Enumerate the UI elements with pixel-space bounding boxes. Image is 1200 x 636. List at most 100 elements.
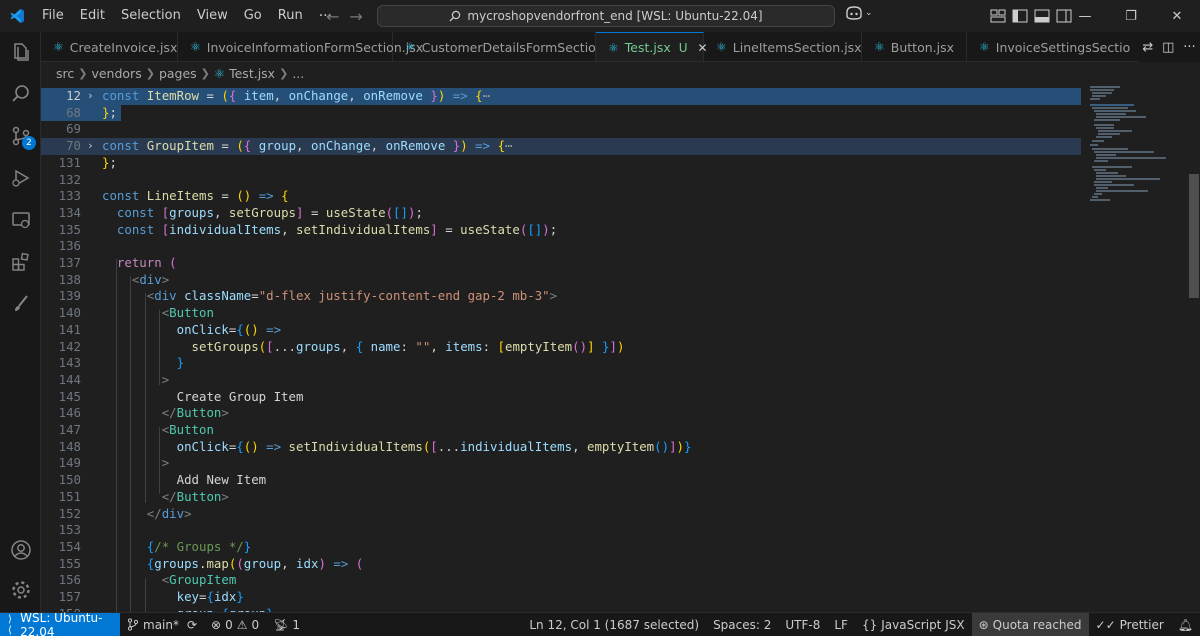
forward-arrow-icon[interactable]: → (349, 7, 362, 26)
prettier-label: Prettier (1119, 617, 1164, 632)
scrollbar-thumb[interactable] (1189, 174, 1199, 298)
code-line: 157 key={idx} (58, 589, 244, 604)
more-actions-icon[interactable]: ··· (1183, 40, 1195, 55)
menu-selection[interactable]: Selection (113, 0, 189, 32)
status-bar-right: Ln 12, Col 1 (1687 selected) Spaces: 2 U… (522, 613, 1200, 636)
tab-label: Test.jsx (624, 40, 671, 55)
breadcrumb-pages[interactable]: pages (159, 66, 197, 81)
remote-indicator[interactable]: ⟩⟨ WSL: Ubuntu-22.04 (0, 611, 120, 636)
problems-indicator[interactable]: ⊗ 0 ⚠ 0 (204, 613, 266, 636)
react-file-icon: ⚛ (979, 40, 990, 54)
menu-view[interactable]: View (189, 0, 236, 32)
branch-indicator[interactable]: main* ⟳ (120, 613, 204, 636)
minimize-icon: — (1078, 8, 1092, 24)
extensions-icon[interactable] (0, 242, 41, 282)
menu-go[interactable]: Go (236, 0, 270, 32)
copilot-icon (846, 6, 862, 20)
code-line: 153 (58, 522, 81, 538)
code-line: 68}; (41, 104, 121, 122)
remote-icon: ⟩⟨ (8, 613, 12, 636)
chevron-right-icon: ❯ (145, 66, 155, 80)
tab-customerdetailsformsection[interactable]: ⚛ CustomerDetailsFormSection.jsx (393, 32, 625, 61)
menu-file[interactable]: File (34, 0, 72, 32)
code-line: 135 const [individualItems, setIndividua… (58, 221, 558, 237)
react-file-icon: ⚛ (190, 40, 201, 54)
activity-bar: 2 (0, 32, 41, 612)
brush-icon[interactable] (0, 284, 41, 324)
breadcrumb-file[interactable]: Test.jsx (229, 66, 275, 81)
explorer-icon[interactable] (0, 32, 41, 72)
tab-invoiceinformationformsection[interactable]: ⚛ InvoiceInformationFormSection.jsx (178, 32, 423, 61)
tab-label: InvoiceSettingsSectio (995, 39, 1131, 55)
minimap[interactable] (1084, 84, 1184, 612)
run-debug-icon[interactable] (0, 158, 41, 198)
tab-actions: ⇄ ◫ ··· (1138, 32, 1200, 62)
compare-changes-icon[interactable]: ⇄ (1142, 40, 1153, 55)
tab-test-active[interactable]: ⚛ Test.jsx U ✕ (596, 32, 708, 61)
restore-icon: ❐ (1125, 8, 1137, 24)
language-mode[interactable]: {} JavaScript JSX (855, 613, 972, 636)
breadcrumb-symbol[interactable]: ... (292, 66, 304, 81)
close-button[interactable]: ✕ (1154, 0, 1200, 32)
code-line: 147 <Button (58, 422, 214, 437)
title-bar: File Edit Selection View Go Run ··· ← → … (0, 0, 1200, 32)
code-line: 69 (66, 121, 81, 137)
command-center[interactable]: mycroshopvendorfront_end [WSL: Ubuntu-22… (377, 5, 835, 27)
ports-icon: 📡︎ (273, 617, 289, 632)
source-control-icon[interactable]: 2 (0, 116, 41, 156)
window-controls: — ❐ ✕ (1062, 0, 1200, 32)
toggle-sidebar-icon[interactable] (1012, 9, 1028, 23)
copilot-menu[interactable]: ⌄ (845, 6, 873, 20)
tab-button[interactable]: ⚛ Button.jsx (862, 32, 967, 61)
code-editor[interactable]: 12 › const ItemRow = ({ item, onChange, on… (41, 84, 1200, 612)
tab-invoicesettingssection[interactable]: ⚛ InvoiceSettingsSectio (967, 32, 1137, 61)
branch-name: main* (143, 617, 179, 632)
prettier-status[interactable]: ✓✓ Prettier (1089, 613, 1171, 636)
search-activity-icon[interactable] (0, 74, 41, 114)
code-line: 134 const [groups, setGroups] = useState… (58, 204, 423, 220)
menu-edit[interactable]: Edit (72, 0, 113, 32)
code-line: 136 (58, 238, 81, 254)
search-icon (449, 10, 461, 22)
error-count: 0 (225, 617, 233, 632)
remote-explorer-icon[interactable] (0, 200, 41, 240)
customize-layout-icon[interactable] (990, 9, 1006, 23)
navigation-arrows: ← → (326, 0, 363, 32)
breadcrumb: src ❯ vendors ❯ pages ❯ ⚛ Test.jsx ❯ ... (41, 62, 304, 84)
ports-indicator[interactable]: 📡︎ 1 (266, 613, 307, 636)
tab-createinvoice[interactable]: ⚛ CreateInvoice.jsx (41, 32, 178, 61)
error-icon: ⊗ (211, 617, 222, 632)
react-file-icon: ⚛ (608, 40, 619, 55)
code-line: 149 > (58, 455, 170, 471)
restore-button[interactable]: ❐ (1108, 0, 1154, 32)
indentation[interactable]: Spaces: 2 (706, 613, 778, 636)
vertical-scrollbar[interactable] (1187, 84, 1199, 612)
menu-run[interactable]: Run (270, 0, 311, 32)
tab-label: Button.jsx (890, 39, 954, 55)
breadcrumb-vendors[interactable]: vendors (91, 66, 141, 81)
close-icon: ✕ (1171, 8, 1183, 24)
untracked-indicator: U (678, 40, 688, 55)
code-line: 154 {/* Groups */} (58, 538, 252, 554)
split-editor-icon[interactable]: ◫ (1162, 40, 1174, 55)
tab-lineitemssection[interactable]: ⚛ LineItemsSection.jsx (704, 32, 862, 61)
end-of-line[interactable]: LF (827, 613, 855, 636)
sync-icon[interactable]: ⟳ (187, 618, 197, 632)
copilot-quota[interactable]: ⊛ Quota reached (971, 613, 1089, 636)
back-arrow-icon[interactable]: ← (326, 7, 339, 26)
chevron-down-icon: ⌄ (865, 8, 873, 18)
breadcrumb-src[interactable]: src (56, 66, 74, 81)
notifications-bell[interactable]: 🔔︎ (1171, 613, 1200, 636)
code-line: 70 › const GroupItem = ({ group, onChange,… (41, 138, 1081, 155)
status-bar: ⟩⟨ WSL: Ubuntu-22.04 main* ⟳ ⊗ 0 ⚠ 0 📡︎ … (0, 611, 1200, 636)
minimize-button[interactable]: — (1062, 0, 1108, 32)
cursor-position[interactable]: Ln 12, Col 1 (1687 selected) (522, 613, 706, 636)
encoding[interactable]: UTF-8 (778, 613, 827, 636)
layout-controls (990, 0, 1072, 32)
code-line: 132 (58, 171, 81, 187)
toggle-panel-icon[interactable] (1034, 9, 1050, 23)
double-check-icon: ✓✓ (1095, 617, 1116, 632)
account-icon[interactable] (0, 530, 41, 570)
manage-gear-icon[interactable] (0, 570, 41, 610)
quota-label: Quota reached (992, 617, 1082, 632)
